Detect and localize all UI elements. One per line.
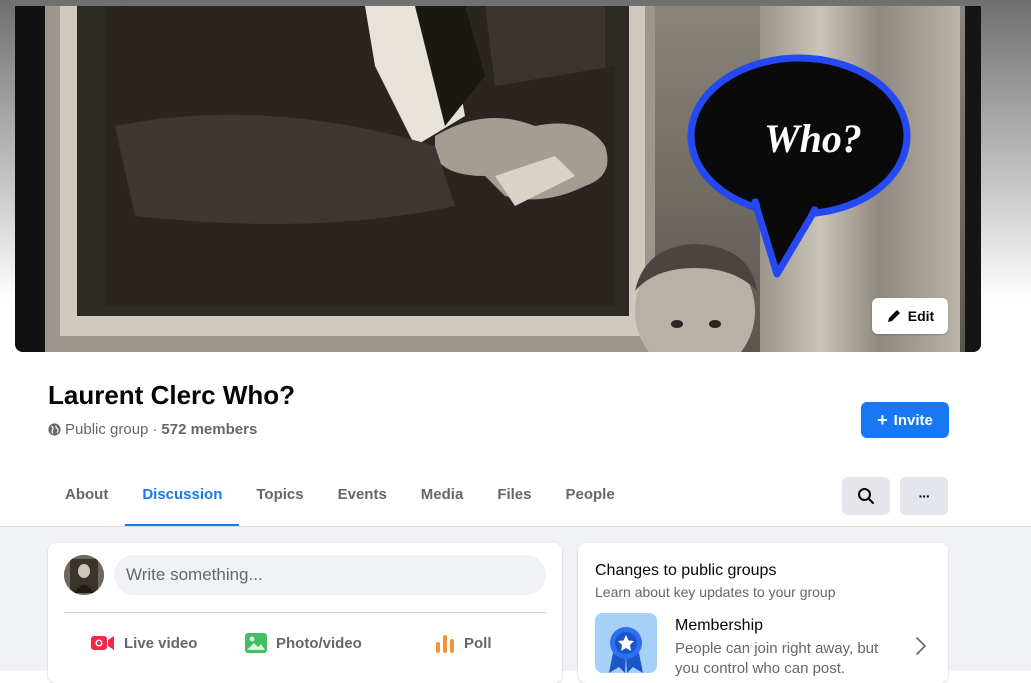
more-icon: ··· [918,488,931,504]
tab-about[interactable]: About [48,474,125,527]
membership-badge-icon [595,613,657,673]
group-name: Laurent Clerc Who? [48,380,296,410]
meta-separator: · [152,421,158,438]
invite-button[interactable]: + Invite [861,402,949,438]
membership-description: People can join right away, but you cont… [675,640,879,677]
poll-button[interactable]: Poll [434,627,492,659]
tab-files[interactable]: Files [480,474,548,527]
privacy-label[interactable]: Public group [65,421,148,438]
cover-illustration: Who? [15,6,981,352]
tab-media[interactable]: Media [404,474,481,527]
composer-divider [64,612,546,613]
plus-icon: + [877,410,888,430]
post-composer: Write something... Live video Photo/vide… [48,543,562,683]
info-card-title: Changes to public groups [595,562,777,579]
more-options-button[interactable]: ··· [900,477,948,515]
poll-icon [436,635,454,653]
public-groups-card: Changes to public groups Learn about key… [578,543,948,683]
cover-photo: Who? [15,6,981,352]
tab-topics[interactable]: Topics [239,474,320,527]
invite-label: Invite [893,411,933,429]
poll-label: Poll [464,634,492,652]
search-icon [858,488,874,504]
photo-video-button[interactable]: Photo/video [244,627,362,659]
pencil-icon [887,310,900,322]
chevron-right-icon[interactable] [914,635,928,657]
info-card-subtitle: Learn about key updates to your group [595,584,836,600]
edit-label: Edit [907,308,935,324]
live-video-button[interactable]: Live video [90,627,197,659]
live-video-icon [91,636,114,650]
search-button[interactable] [842,477,890,515]
tab-people[interactable]: People [549,474,632,527]
globe-icon [48,423,61,436]
avatar[interactable] [64,555,104,595]
photo-icon [245,633,267,653]
tab-discussion[interactable]: Discussion [125,474,240,527]
live-video-label: Live video [124,634,198,652]
membership-title: Membership [675,617,764,634]
write-something-input[interactable]: Write something... [114,555,546,595]
photo-video-label: Photo/video [276,634,362,652]
speech-bubble-text: Who? [764,116,862,161]
group-meta: Public group · 572 members [48,421,257,438]
member-count[interactable]: 572 members [161,421,257,438]
tab-events[interactable]: Events [321,474,404,527]
group-tabs: About Discussion Topics Events Media Fil… [48,474,632,527]
edit-cover-button[interactable]: Edit [872,298,948,334]
